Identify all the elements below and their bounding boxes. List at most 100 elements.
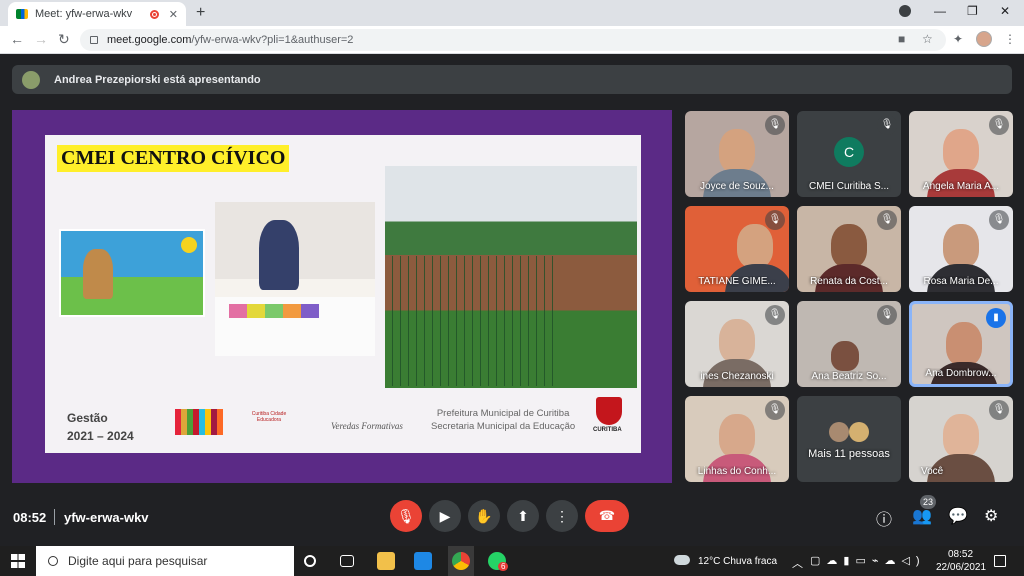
menu-dots-icon[interactable]: ⋮ — [1004, 32, 1016, 46]
browser-tab-strip: Meet: yfw-erwa-wkv ✕ + — ❐ ✕ — [0, 0, 1024, 26]
participant-tile[interactable]: 🎙 Renata da Cost... — [797, 206, 901, 292]
pref-line-1: Prefeitura Municipal de Curitiba — [436, 408, 570, 419]
cortana-icon[interactable] — [304, 555, 316, 567]
clock-date[interactable]: 22/06/2021 — [936, 562, 986, 573]
gestao-label: Gestão — [67, 411, 108, 425]
participant-name: CMEI Curitiba S... — [808, 181, 890, 192]
mic-off-icon: 🎙 — [765, 210, 785, 230]
mic-off-icon: 🎙 — [877, 115, 897, 135]
mic-off-icon: 🎙 — [877, 210, 897, 230]
participant-tile[interactable]: 🎙 Rosa Maria De... — [909, 206, 1013, 292]
bookmark-star-icon[interactable]: ☆ — [922, 32, 933, 46]
mic-off-icon: 🎙 — [765, 400, 785, 420]
meeting-time: 08:52 — [13, 510, 47, 525]
mic-off-icon: 🎙 — [765, 115, 785, 135]
fence — [385, 256, 555, 386]
drawing-sun — [181, 237, 197, 253]
system-tray-icons[interactable]: ▢☁▮▭⌁☁◁) — [810, 554, 926, 567]
presenter-avatar — [22, 70, 40, 89]
forward-icon[interactable]: → — [34, 31, 48, 47]
new-tab-icon[interactable]: + — [196, 4, 205, 22]
mic-off-icon: 🎙 — [877, 305, 897, 325]
shield-label: CURITIBA — [593, 427, 622, 433]
child-figure — [259, 220, 299, 290]
url-field[interactable]: meet.google.com /yfw-erwa-wkv?pli=1&auth… — [80, 29, 946, 51]
clock-time[interactable]: 08:52 — [948, 549, 973, 560]
show-hidden-icons-icon[interactable]: ︿ — [792, 555, 803, 571]
participant-name: Você — [921, 466, 944, 477]
participant-face — [719, 319, 755, 363]
participant-name: Rosa Maria De... — [923, 276, 999, 287]
profile-avatar[interactable] — [976, 31, 992, 47]
minimize-icon[interactable]: — — [934, 4, 946, 18]
sdg-logos-image — [175, 409, 223, 435]
mic-toggle-button[interactable]: 🎙 — [390, 500, 422, 532]
veredas-logo: Veredas Formativas — [331, 421, 403, 431]
mic-off-icon: 🎙 — [989, 400, 1009, 420]
present-screen-button[interactable]: ⬆ — [507, 500, 539, 532]
tab-search-icon[interactable] — [899, 5, 911, 17]
participant-face — [719, 129, 755, 173]
whatsapp-badge: 6 — [498, 562, 509, 571]
weather-icon — [674, 555, 690, 565]
divider — [54, 509, 55, 525]
pref-line-2: Secretaria Municipal da Educação — [431, 421, 576, 432]
more-options-button[interactable]: ⋮ — [546, 500, 578, 532]
chrome-icon[interactable] — [452, 552, 470, 570]
school-building-photo — [385, 166, 637, 388]
paint-cups — [229, 304, 319, 318]
participant-avatar: C — [834, 137, 864, 167]
prefeitura-text: Prefeitura Municipal de Curitiba Secreta… — [431, 407, 575, 433]
curitiba-shield-icon — [596, 397, 622, 425]
more-participants-tile[interactable]: Mais 11 pessoas — [797, 396, 901, 482]
participant-tile-active-speaker[interactable]: ▮ Ana Dombrow... — [909, 301, 1013, 387]
participant-face — [943, 224, 979, 268]
participant-face — [946, 322, 982, 366]
file-explorer-icon[interactable] — [377, 552, 395, 570]
participant-mini-avatar — [849, 422, 869, 442]
browser-tab[interactable]: Meet: yfw-erwa-wkv ✕ — [8, 2, 186, 26]
extensions-icon[interactable]: ✦ — [953, 32, 963, 46]
task-view-icon[interactable] — [340, 555, 354, 567]
close-tab-icon[interactable]: ✕ — [169, 8, 178, 21]
drawing-tree — [83, 249, 113, 299]
participant-tile[interactable]: 🎙 ines Chezanoski — [685, 301, 789, 387]
shared-slide: CMEI CENTRO CÍVICO Gestão 2021 – 2024 Cu… — [45, 135, 641, 453]
participant-name: ines Chezanoski — [700, 371, 774, 382]
presentation-stage: CMEI CENTRO CÍVICO Gestão 2021 – 2024 Cu… — [12, 110, 672, 483]
participant-name: Linhas do Conh... — [697, 466, 777, 477]
back-icon[interactable]: ← — [10, 31, 24, 47]
participant-tile[interactable]: C 🎙 CMEI Curitiba S... — [797, 111, 901, 197]
camera-toggle-button[interactable]: ▶ — [429, 500, 461, 532]
weather-text[interactable]: 12°C Chuva fraca — [698, 556, 777, 567]
url-path: /yfw-erwa-wkv?pli=1&authuser=2 — [191, 34, 354, 46]
activities-icon[interactable]: ⚙ — [984, 506, 998, 526]
participant-face — [831, 341, 859, 371]
participant-tile[interactable]: 🎙 Angela Maria A... — [909, 111, 1013, 197]
chat-icon[interactable]: 💬 — [948, 506, 968, 526]
raise-hand-button[interactable]: ✋ — [468, 500, 500, 532]
windows-start-icon[interactable] — [11, 554, 25, 568]
lock-icon — [90, 36, 98, 44]
participant-mini-avatar — [829, 422, 849, 442]
people-icon[interactable]: 👥 — [912, 506, 932, 526]
self-tile[interactable]: 🎙 Você — [909, 396, 1013, 482]
info-icon[interactable]: ⓘ — [876, 506, 892, 530]
participant-tile[interactable]: 🎙 TATIANE GIME... — [685, 206, 789, 292]
participant-tile[interactable]: 🎙 Linhas do Conh... — [685, 396, 789, 482]
close-window-icon[interactable]: ✕ — [1000, 4, 1010, 18]
search-icon — [48, 556, 58, 566]
mail-icon[interactable] — [414, 552, 432, 570]
taskbar-search-box[interactable]: Digite aqui para pesquisar — [36, 546, 294, 576]
mic-off-icon: 🎙 — [989, 115, 1009, 135]
camera-icon[interactable]: ■ — [898, 32, 905, 46]
child-painting-photo — [215, 202, 375, 356]
end-call-button[interactable]: ☎ — [585, 500, 629, 532]
participant-tile[interactable]: 🎙 Joyce de Souz... — [685, 111, 789, 197]
notifications-icon[interactable] — [994, 555, 1006, 567]
maximize-icon[interactable]: ❐ — [967, 4, 978, 18]
tab-title: Meet: yfw-erwa-wkv — [35, 8, 133, 20]
slide-title: CMEI CENTRO CÍVICO — [57, 145, 290, 172]
participant-tile[interactable]: 🎙 Ana Beatriz So... — [797, 301, 901, 387]
reload-icon[interactable]: ↻ — [58, 31, 70, 48]
